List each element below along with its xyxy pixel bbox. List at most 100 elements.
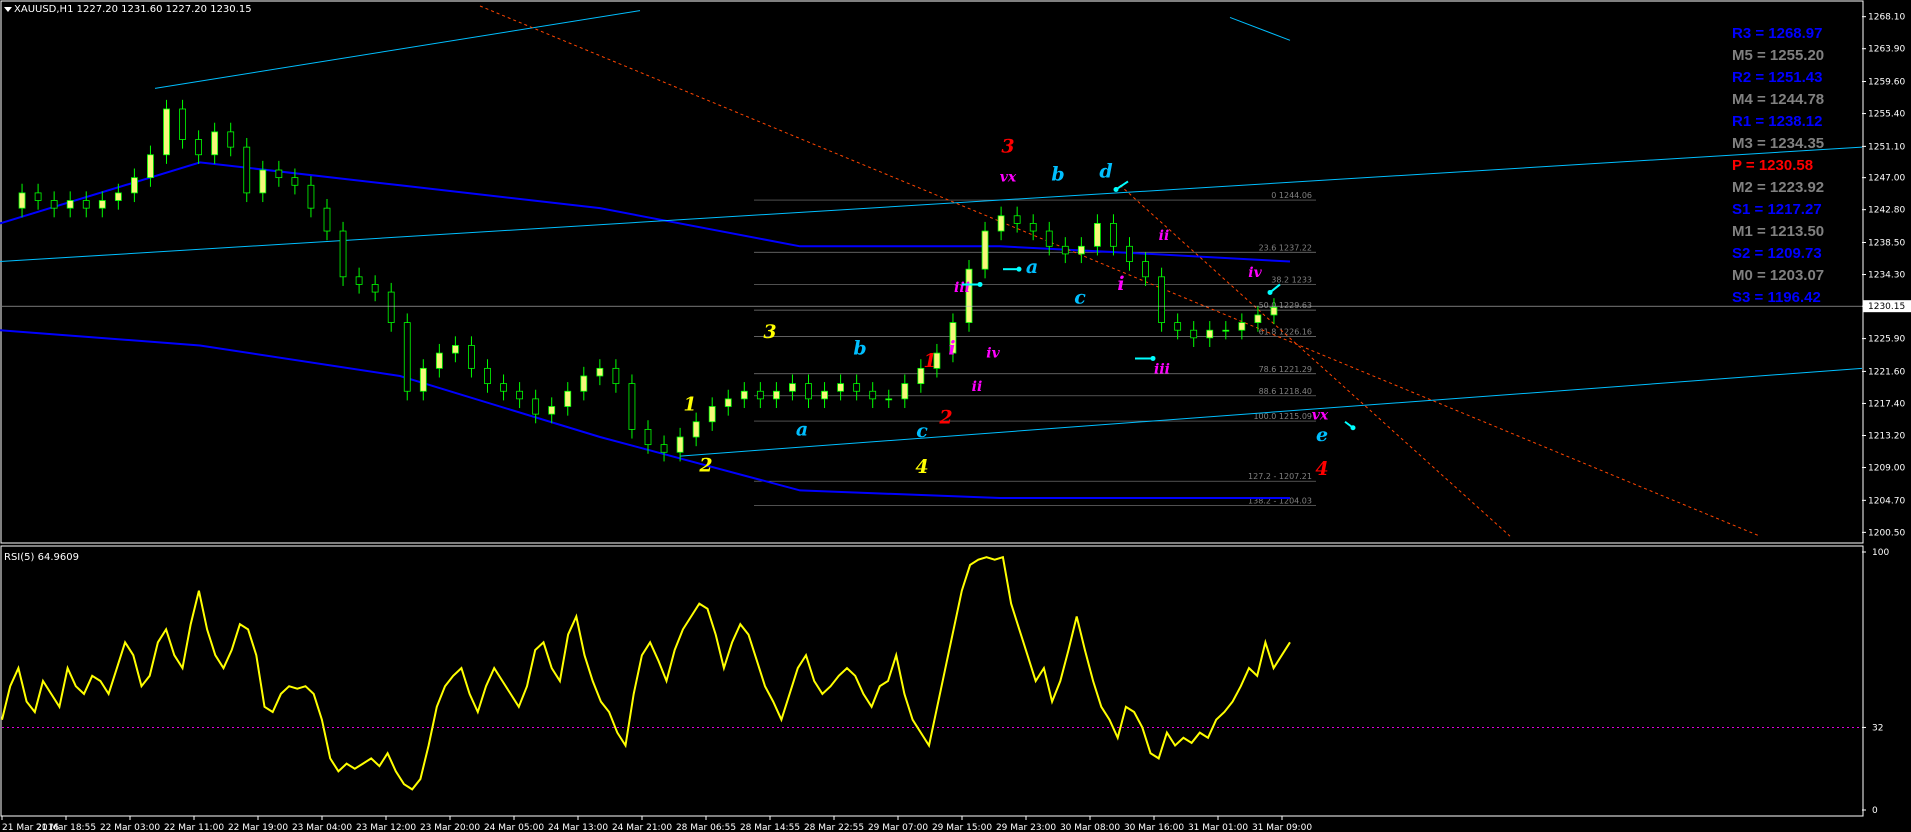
wave-label: b: [853, 338, 866, 360]
candle-body: [275, 169, 283, 179]
price-tick-label: 1217.40: [1868, 399, 1905, 409]
wave-label: 2: [698, 454, 712, 476]
fib-label: 78.6 1221.29: [1259, 365, 1312, 374]
menu-triangle-icon[interactable]: [4, 7, 12, 12]
channel-line: [679, 367, 1863, 457]
time-tick-label: 23 Mar 04:00: [292, 823, 352, 832]
candle-body: [1077, 245, 1085, 255]
candle-body: [981, 230, 989, 270]
candle-body: [451, 345, 459, 354]
candle-body: [147, 154, 154, 179]
trend-channels: [0, 5, 1863, 537]
rsi-axis: 100 32 0: [1862, 548, 1889, 816]
wave-label: ii: [1159, 228, 1170, 244]
price-tick-label: 1225.90: [1868, 335, 1905, 345]
candle-body: [692, 421, 700, 438]
candle-body: [580, 375, 588, 392]
wave-label: 1: [683, 393, 696, 415]
fib-label: 23.6 1237.22: [1259, 243, 1312, 252]
arrow-head: [1016, 266, 1022, 272]
main-plot: 0 1244.06 23.6 1237.22 38.2 1233 50.0 1229.…: [0, 0, 1911, 544]
candle-body: [1158, 276, 1165, 323]
time-tick-label: 29 Mar 07:00: [868, 823, 928, 832]
candle-body: [1174, 322, 1182, 331]
price-tick-label: 1268.10: [1868, 13, 1905, 23]
wave-label: iv: [986, 346, 1000, 362]
candle-body: [612, 367, 620, 385]
candle-body: [227, 131, 235, 148]
price-tick-label: 1251.10: [1868, 142, 1905, 152]
fib-label: 88.6 1218.40: [1259, 387, 1312, 396]
wave-label: i: [948, 338, 955, 360]
rsi-series: [1, 555, 1862, 791]
candle-body: [1206, 329, 1214, 339]
time-tick-label: 21 Mar 18:55: [36, 823, 96, 832]
pivot-level: P = 1230.58: [1732, 157, 1814, 174]
pivot-level: S3 = 1196.42: [1732, 289, 1821, 306]
candle-body: [773, 390, 780, 400]
price-tick-label: 1209.00: [1868, 464, 1905, 474]
time-tick-label: 24 Mar 21:00: [612, 823, 672, 832]
candle-body: [403, 322, 411, 392]
candle-body: [323, 207, 331, 232]
candle-body: [1110, 223, 1117, 247]
channel-line: [154, 10, 641, 89]
candle-body: [211, 131, 219, 156]
candle-body: [1222, 329, 1230, 332]
wave-label: 3: [1001, 135, 1014, 157]
candle-body: [163, 108, 170, 156]
fib-group: 0 1244.06 23.6 1237.22 38.2 1233 50.0 1229.…: [754, 191, 1316, 506]
rsi-plot: 100 32 0: [0, 545, 1889, 817]
price-tick-label: 1230.15: [1868, 302, 1905, 312]
candle-body: [500, 383, 507, 392]
candle-body: [789, 383, 796, 392]
time-tick-label: 28 Mar 06:55: [676, 823, 736, 832]
candle-body: [1190, 329, 1198, 339]
candle-body: [997, 215, 1005, 232]
candle-body: [355, 276, 363, 285]
wave-label: 2: [938, 406, 952, 428]
time-tick-label: 29 Mar 23:00: [996, 823, 1056, 832]
arrow-head: [1113, 186, 1119, 192]
arrow-head: [1150, 355, 1156, 361]
time-tick-label: 24 Mar 13:00: [548, 823, 608, 832]
rsi-header: RSI(5) 64.9609: [4, 552, 79, 563]
candle-body: [387, 291, 395, 323]
candle-body: [179, 108, 186, 140]
dotted-channel-line: [1119, 184, 1511, 537]
candle-body: [1045, 230, 1053, 247]
wave-label: 4: [1315, 458, 1328, 480]
candle-body: [724, 398, 732, 407]
rsi-line: [1, 555, 1291, 791]
candle-body: [740, 390, 748, 400]
candle-body: [821, 390, 828, 400]
candle-body: [435, 352, 443, 369]
time-tick-label: 22 Mar 19:00: [228, 823, 288, 832]
candle-body: [869, 390, 877, 400]
pivot-level: M3 = 1234.35: [1732, 135, 1825, 152]
candle-body: [564, 390, 572, 407]
candle-body: [339, 230, 347, 278]
candle-body: [548, 406, 556, 415]
candle-body: [114, 192, 122, 201]
time-tick-label: 23 Mar 20:00: [420, 823, 480, 832]
time-tick-label: 29 Mar 15:00: [932, 823, 992, 832]
candle-body: [628, 383, 636, 430]
wave-label: iii: [954, 280, 970, 296]
time-tick-label: 23 Mar 12:00: [356, 823, 416, 832]
rsi-tick-label: 0: [1872, 806, 1878, 816]
arrow-head: [1267, 289, 1273, 295]
arrow-head: [1350, 425, 1356, 431]
pivot-level: R1 = 1238.12: [1732, 113, 1823, 130]
wave-label: d: [1099, 161, 1112, 183]
candle-body: [1254, 314, 1262, 323]
candle-body: [130, 177, 138, 194]
candle-body: [195, 139, 203, 156]
pivot-level: M2 = 1223.92: [1732, 179, 1825, 196]
candle-body: [1126, 245, 1133, 262]
pivot-level: M4 = 1244.78: [1732, 91, 1825, 108]
moving-average-line: [0, 329, 1290, 500]
arrow-head: [977, 281, 983, 287]
price-axis: 1268.10 1263.90 1259.60 1255.40 1251.10 1247.…: [2, 13, 1911, 538]
candle-body: [98, 200, 106, 209]
